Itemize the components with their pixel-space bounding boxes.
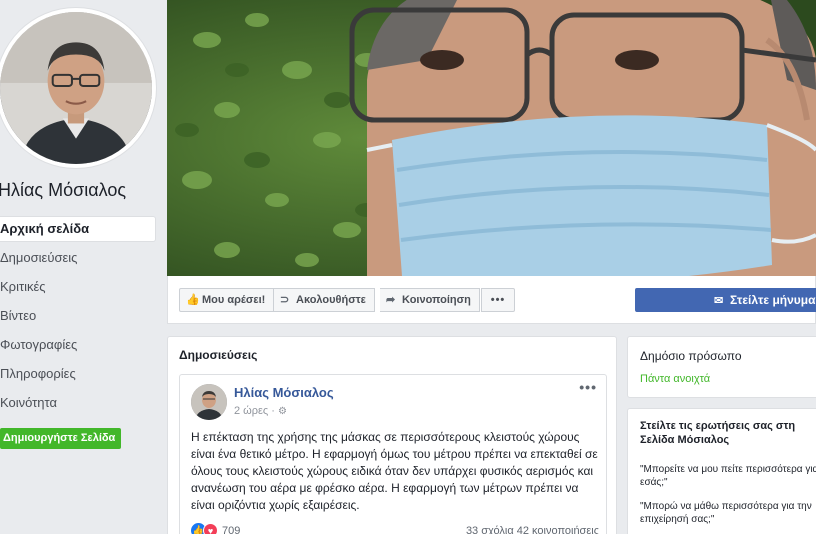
share-arrow-icon: ➦: [386, 294, 396, 306]
nav-item-videos[interactable]: Βίντεο: [0, 303, 156, 331]
post-author-name[interactable]: Ηλίας Μόσιαλος: [234, 385, 334, 400]
message-label: Στείλτε μήνυμα: [730, 293, 816, 307]
left-column: Ηλίας Μόσιαλος Αρχική σελίδα Δημοσιεύσει…: [0, 0, 160, 534]
like-label: Μου αρέσει!: [202, 294, 266, 306]
nav-item-about[interactable]: Πληροφορίες: [0, 361, 156, 389]
profile-photo-image: [0, 12, 152, 164]
post-author-avatar[interactable]: [191, 384, 227, 420]
post-time-label: 2 ώρες ·: [234, 405, 275, 417]
follow-label: Ακολουθήστε: [296, 294, 366, 306]
create-page-button[interactable]: Δημιουργήστε Σελίδα: [0, 428, 122, 449]
more-options-button[interactable]: •••: [481, 288, 515, 312]
nav-item-community[interactable]: Κοινότητα: [0, 390, 156, 418]
cover-photo-image: [167, 0, 816, 276]
public-icon: ⚙: [277, 406, 287, 417]
post-timestamp[interactable]: 2 ώρες · ⚙: [234, 405, 287, 417]
comments-shares-count[interactable]: 33 σχόλια 42 κοινοποιήσεις: [466, 525, 599, 534]
cover-photo[interactable]: [167, 0, 816, 276]
page-info-card: Δημόσιο πρόσωπο Πάντα ανοιχτά: [627, 336, 816, 398]
avatar-image: [191, 384, 227, 420]
open-hours-status: Πάντα ανοιχτά: [640, 373, 711, 385]
share-button[interactable]: ➦ Κοινοποίηση: [380, 288, 480, 312]
nav-item-reviews[interactable]: Κριτικές: [0, 274, 156, 302]
rss-icon: ⊃: [280, 294, 290, 306]
page-name: Ηλίας Μόσιαλος: [0, 180, 127, 200]
ask-questions-title: Στείλτε τις ερωτήσεις σας στη Σελίδα Μόσ…: [640, 420, 796, 446]
like-page-button[interactable]: 👍 Μου αρέσει!: [179, 288, 275, 312]
post-text: Η επέκταση της χρήσης της μάσκας σε περι…: [191, 430, 598, 512]
messenger-icon: ✉: [714, 295, 724, 307]
reactions-summary[interactable]: 👍 ♥ 709: [191, 523, 240, 534]
nav-item-photos[interactable]: Φωτογραφίες: [0, 332, 156, 360]
thumbs-up-icon: 👍: [186, 294, 200, 306]
love-reaction-icon: ♥: [203, 523, 218, 534]
posts-section: Δημοσιεύσεις Ηλίας Μόσιαλος 2 ώρες · ⚙ ••…: [167, 336, 617, 534]
reactions-count: 709: [222, 524, 241, 534]
send-message-button[interactable]: ✉ Στείλτε μήνυμα: [635, 288, 816, 312]
suggested-question-2[interactable]: "Μπορώ να μάθω περισσότερα για την επιχε…: [640, 500, 816, 526]
post-card: Ηλίας Μόσιαλος 2 ώρες · ⚙ ••• Η επέκταση …: [179, 374, 607, 534]
nav-item-posts[interactable]: Δημοσιεύσεις: [0, 245, 156, 273]
page-nav: Αρχική σελίδα Δημοσιεύσεις Κριτικές Βίντ…: [0, 216, 156, 419]
suggested-question-1[interactable]: "Μπορείτε να μου πείτε περισσότερα για ε…: [640, 463, 816, 489]
post-stats: 👍 ♥ 709 33 σχόλια 42 κοινοποιήσεις: [191, 523, 599, 534]
profile-picture[interactable]: [0, 8, 156, 168]
page-action-bar: 👍 Μου αρέσει! ⊃ Ακολουθήστε ➦ Κοινοποίηση •…: [167, 276, 816, 324]
follow-button[interactable]: ⊃ Ακολουθήστε: [274, 288, 375, 312]
nav-item-home[interactable]: Αρχική σελίδα: [0, 216, 156, 242]
post-options-button[interactable]: •••: [579, 379, 597, 395]
ask-questions-card: Στείλτε τις ερωτήσεις σας στη Σελίδα Μόσ…: [627, 408, 816, 534]
posts-section-title[interactable]: Δημοσιεύσεις: [179, 348, 257, 362]
share-label: Κοινοποίηση: [402, 294, 471, 306]
page-category[interactable]: Δημόσιο πρόσωπο: [640, 349, 742, 363]
